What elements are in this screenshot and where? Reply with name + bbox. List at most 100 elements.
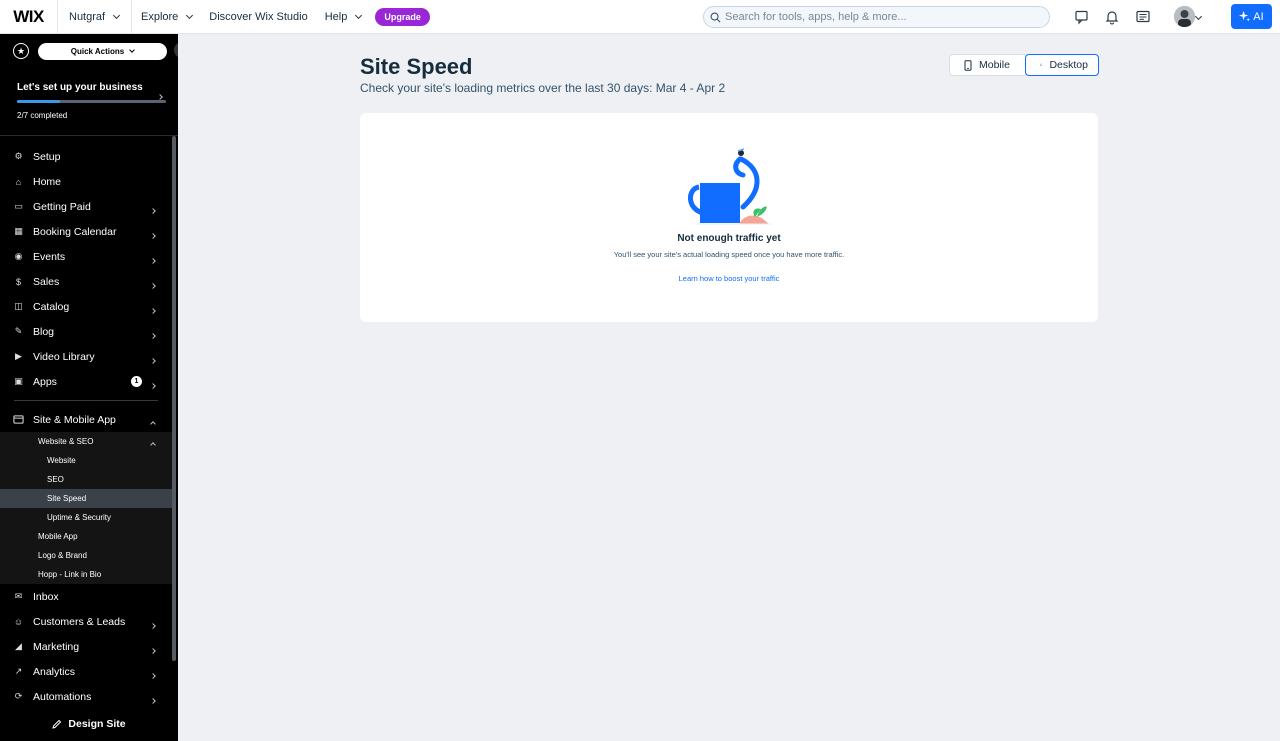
- ai-button[interactable]: AI: [1231, 4, 1272, 29]
- quick-actions-label: Quick Actions: [70, 46, 125, 56]
- chevron-right-icon: [150, 673, 156, 679]
- sidebar-subitem-mobile-app[interactable]: Mobile App: [0, 527, 172, 546]
- sidebar-item-customers-leads[interactable]: ☺ Customers & Leads: [0, 609, 172, 634]
- calendar-icon: ▦: [14, 226, 23, 236]
- sidebar-item-video-library[interactable]: ▶ Video Library: [0, 344, 172, 369]
- chevron-down-icon: [113, 11, 121, 19]
- chevron-right-icon: [157, 94, 163, 100]
- site-selector[interactable]: Nutgraf: [58, 0, 132, 34]
- sidebar-item-label: Sales: [33, 275, 60, 288]
- sidebar-item-label: Getting Paid: [33, 200, 91, 213]
- sidebar-item-label: Blog: [33, 325, 55, 338]
- sidebar: ★ Quick Actions Let's set up your busine…: [0, 34, 178, 741]
- sidebar-item-label: Setup: [33, 150, 61, 163]
- customers-icon: ☺: [13, 616, 24, 627]
- help-menu[interactable]: Help: [324, 0, 363, 34]
- search-input[interactable]: [725, 11, 1035, 23]
- site-icon: [13, 414, 24, 425]
- sidebar-item-marketing[interactable]: ◢ Marketing: [0, 634, 172, 659]
- sidebar-item-booking-calendar[interactable]: ▦ Booking Calendar: [0, 219, 172, 244]
- empty-state-description: You'll see your site's actual loading sp…: [613, 250, 845, 259]
- boost-traffic-link[interactable]: Learn how to boost your traffic: [360, 274, 1098, 283]
- sidebar-item-events[interactable]: ◉ Events: [0, 244, 172, 269]
- sidebar-item-setup[interactable]: ⚙ Setup: [0, 144, 172, 169]
- sidebar-item-blog[interactable]: ✎ Blog: [0, 319, 172, 344]
- watering-can-illustration: [688, 148, 771, 225]
- dollar-icon: $: [15, 276, 21, 287]
- blog-icon: ✎: [14, 326, 23, 336]
- sidebar-item-label: Video Library: [33, 350, 95, 363]
- wrench-icon: ⚙: [14, 151, 23, 161]
- catalog-icon: ◫: [14, 301, 23, 311]
- explore-menu[interactable]: Explore: [141, 0, 194, 34]
- avatar[interactable]: [1174, 6, 1195, 27]
- upgrade-button[interactable]: Upgrade: [375, 7, 430, 26]
- chevron-up-icon: [150, 442, 156, 448]
- sidebar-item-apps[interactable]: ▣ Apps 1: [0, 369, 172, 394]
- ai-label: AI: [1253, 10, 1264, 23]
- sidebar-item-label: Automations: [33, 690, 92, 703]
- sidebar-item-label: Catalog: [33, 300, 70, 313]
- site-name: Nutgraf: [69, 10, 106, 23]
- sidebar-subitem-seo[interactable]: SEO: [0, 470, 172, 489]
- site-speed-card: Not enough traffic yet You'll see your s…: [360, 113, 1098, 322]
- quick-actions-button[interactable]: Quick Actions: [38, 42, 167, 60]
- sidebar-item-getting-paid[interactable]: ▭ Getting Paid: [0, 194, 172, 219]
- chat-icon[interactable]: [1074, 9, 1090, 25]
- sidebar-item-home[interactable]: ⌂ Home: [0, 169, 172, 194]
- sidebar-item-sales[interactable]: $ Sales: [0, 269, 172, 294]
- count-badge: 1: [131, 376, 142, 387]
- chevron-right-icon: [150, 698, 156, 704]
- sidebar-item-label: Events: [33, 250, 66, 263]
- desktop-icon: [1040, 63, 1043, 67]
- chevron-down-icon: [186, 11, 194, 19]
- setup-count: 2/7 completed: [17, 111, 68, 120]
- sidebar-item-site-mobile-app[interactable]: Site & Mobile App: [0, 407, 172, 432]
- sidebar-subitem-site-speed[interactable]: Site Speed: [0, 489, 172, 508]
- page-subtitle: Check your site's loading metrics over t…: [360, 81, 726, 95]
- events-icon: ◉: [14, 251, 23, 261]
- sidebar-item-analytics[interactable]: ↗ Analytics: [0, 659, 172, 684]
- design-site-button[interactable]: Design Site: [0, 706, 178, 741]
- news-icon[interactable]: [1135, 9, 1151, 25]
- help-label: Help: [324, 10, 348, 23]
- video-icon: ▶: [15, 351, 22, 361]
- chevron-up-icon: [150, 421, 156, 427]
- chevron-right-icon: [150, 383, 156, 389]
- mobile-icon: [964, 59, 972, 71]
- mobile-label: Mobile: [979, 59, 1010, 71]
- sidebar-subitem-website-seo[interactable]: Website & SEO: [0, 432, 172, 451]
- desktop-label: Desktop: [1049, 59, 1088, 71]
- sidebar-subitem-logo-brand[interactable]: Logo & Brand: [0, 546, 172, 565]
- wix-logo[interactable]: WIX: [0, 0, 58, 34]
- discover-label: Discover Wix Studio: [209, 10, 308, 23]
- divider: [14, 400, 158, 401]
- sidebar-item-label: Home: [33, 175, 62, 188]
- sidebar-item-inbox[interactable]: ✉ Inbox: [0, 584, 172, 609]
- sidebar-item-catalog[interactable]: ◫ Catalog: [0, 294, 172, 319]
- star-icon[interactable]: ★: [13, 43, 29, 59]
- page-title: Site Speed: [360, 54, 473, 79]
- search-icon: [710, 12, 721, 22]
- chevron-down-icon: [129, 46, 136, 53]
- setup-progress-card[interactable]: Let's set up your business 2/7 completed: [0, 68, 178, 136]
- sidebar-item-label: Booking Calendar: [33, 225, 117, 238]
- bell-icon[interactable]: [1104, 9, 1120, 25]
- chevron-right-icon: [150, 333, 156, 339]
- desktop-toggle-button[interactable]: Desktop: [1025, 54, 1099, 76]
- empty-state-title: Not enough traffic yet: [677, 233, 781, 244]
- chevron-right-icon: [150, 623, 156, 629]
- pencil-icon: [52, 719, 62, 729]
- mobile-toggle-button[interactable]: Mobile: [949, 54, 1025, 76]
- chevron-down-icon[interactable]: [1194, 12, 1203, 21]
- sidebar-subitem-website[interactable]: Website: [0, 451, 172, 470]
- sidebar-scrollbar[interactable]: [172, 136, 176, 661]
- search-bar[interactable]: [703, 6, 1050, 28]
- sidebar-item-label: Apps: [33, 375, 57, 388]
- explore-label: Explore: [141, 10, 179, 23]
- sidebar-subitem-hopp-link-in-bio[interactable]: Hopp - Link in Bio: [0, 565, 172, 584]
- discover-wix-studio-link[interactable]: Discover Wix Studio: [209, 0, 307, 34]
- sidebar-subitem-uptime-security[interactable]: Uptime & Security: [0, 508, 172, 527]
- apps-icon: ▣: [14, 376, 23, 386]
- top-bar: WIX Nutgraf Explore Discover Wix Studio …: [0, 0, 1280, 34]
